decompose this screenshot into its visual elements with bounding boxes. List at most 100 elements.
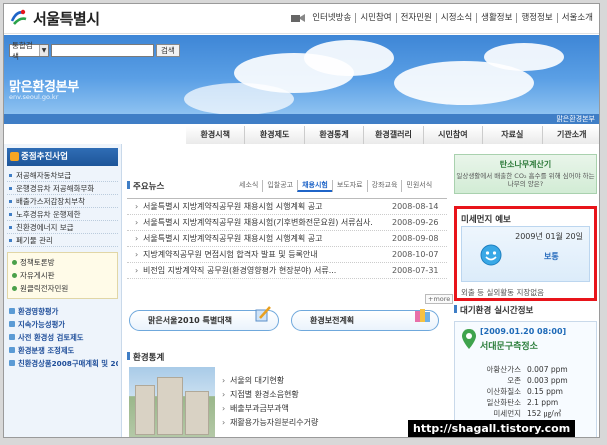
sidebar-menu: 저공해자동차보급 운행경유차 저공해화무화 배출가스저감장치부착 노후경유차 운… [7,169,118,247]
main-nav: 환경시책 환경제도 환경통계 환경갤러리 시민참여 자료실 기관소개 [186,126,599,144]
news-tab[interactable]: 민원서식 [401,180,436,192]
sidebar-item[interactable]: 배출가스저감장치부착 [7,195,118,208]
reading-value: 2.1 ppm [527,398,559,407]
system-link[interactable]: 사전 환경성 검토제도 [7,331,118,344]
sidebar-item[interactable]: 저공해자동차보급 [7,169,118,182]
news-item-title[interactable]: 비전임 지방계약직 공무원(환경영향평가 현장분야) 서류... [143,263,373,279]
news-item-date: 2008-09-08 [392,234,439,243]
search-scope-value: 통합검색 [12,40,33,61]
sidebar-item[interactable]: 운행경유차 저공해화무화 [7,182,118,195]
fine-dust-title: 미세먼지 예보 [461,215,511,225]
search-bar: 통합검색 ▼ 검색 [9,41,180,61]
news-item[interactable]: 서울특별시 지방계약직공무원 채용시험 시행계획 공고 2008-09-08 [127,231,447,247]
news-tab[interactable]: 보도자료 [331,180,367,192]
special-plan-button[interactable]: 맑은서울2010 특별대책 [129,306,279,331]
main-nav-tab[interactable]: 환경제도 [244,126,304,144]
stats-link[interactable]: 배출부과금부과액 [222,402,318,416]
top-nav: 인터넷방송 시민참여 전자민원 시정소식 생활정보 행정정보 서울소개 [291,13,597,23]
main-nav-tab[interactable]: 시민참여 [422,126,483,144]
reading-label: 이산화질소 [486,387,522,396]
more-button[interactable]: +more [425,294,454,304]
news-item-title[interactable]: 서울특별시 지방계약직공무원 채용시험(기후변화전문요원) 서류심사... [143,215,373,231]
main-nav-tab[interactable]: 환경갤러리 [363,126,423,144]
stats-thumbnail-image [129,367,215,437]
top-nav-item[interactable]: 생활정보 [477,13,518,23]
chevron-down-icon: ▼ [39,45,48,56]
reading-value: 0.15 ppm [527,387,563,396]
more-label: more [433,295,451,303]
news-item[interactable]: 서울특별시 지방계약직공무원 채용시험 시행계획 공고 2008-08-14 [127,199,447,215]
header-banner: 통합검색 ▼ 검색 맑은환경본부 env.seoul.go.kr [4,35,599,114]
system-link[interactable]: 환경영향평가 [7,305,118,318]
news-tab[interactable]: 입찰공고 [262,180,297,192]
building-shape [135,385,155,435]
sidebar-item[interactable]: 노후경유차 운행제한 [7,208,118,221]
news-item-date: 2008-10-07 [392,250,439,259]
sidebar-heading: 중점추진사업 [7,148,118,166]
folder-icon [10,152,19,161]
participation-link[interactable]: 원클릭전자민원 [8,282,117,295]
conservation-plan-label: 환경보전계획 [310,316,355,325]
air-timestamp: [2009.01.20 08:00] [480,327,567,336]
fine-dust-forecast-panel: 미세먼지 예보 2009년 01월 20일 보통 외출 등 실외활동 지장없음 [454,206,597,301]
search-scope-select[interactable]: 통합검색 ▼ [9,41,49,61]
main-nav-tab[interactable]: 자료실 [482,126,542,144]
system-link[interactable]: 환경분쟁 조정제도 [7,344,118,357]
main-nav-tab[interactable]: 환경통계 [303,126,364,144]
search-input[interactable] [51,44,154,57]
cloud-decoration [484,43,564,71]
reading-value: 152 ㎍/㎥ [527,409,562,418]
smiley-face-icon [480,244,502,266]
top-nav-item[interactable]: 인터넷방송 [308,13,357,23]
reading-value: 0.007 ppm [527,365,568,374]
news-item-title[interactable]: 서울특별시 지방계약직공무원 채용시험 시행계획 공고 [143,231,373,247]
news-title: 주요뉴스 [127,180,164,192]
top-nav-item[interactable]: 시민참여 [356,13,397,23]
sidebar-item[interactable]: 친환경에너지 보급 [7,221,118,234]
participation-box: 정책토론방 자유게시판 원클릭전자민원 [7,252,118,299]
top-nav-item[interactable]: 전자민원 [397,13,437,23]
air-reading-row: 일산화탄소 2.1 ppm [461,397,591,408]
carbon-title: 탄소나무계산기 [499,160,552,169]
news-tab[interactable]: 세소식 [235,180,262,192]
sidebar-item[interactable]: 폐기물 관리 [7,234,118,247]
breadcrumb[interactable]: 맑은환경본부 [556,114,595,124]
news-item[interactable]: 비전임 지방계약직 공무원(환경영향평가 현장분야) 서류... 2008-07… [127,263,447,279]
stats-link[interactable]: 지점별 환경소음현황 [222,388,318,402]
top-nav-item[interactable]: 시정소식 [437,13,478,23]
system-link[interactable]: 친환경상품2008구매계획 및 2007구매실적 [7,357,118,370]
carbon-tree-calculator-banner[interactable]: 탄소나무계산기 일상생활에서 배출한 CO₂ 흡수를 위해 심어야 하는 나무의… [454,154,597,194]
news-item[interactable]: 서울특별시 지방계약직공무원 채용시험(기후변화전문요원) 서류심사... 20… [127,215,447,231]
top-nav-item[interactable]: 행정정보 [517,13,558,23]
participation-link[interactable]: 정책토론방 [8,256,117,269]
conservation-plan-button[interactable]: 환경보전계획 [291,309,439,331]
news-tab-active[interactable]: 채용시험 [297,180,332,192]
seoul-logo-icon [9,8,29,28]
map-pin-icon [462,329,476,349]
carbon-subtitle: 일상생활에서 배출한 CO₂ 흡수를 위해 심어야 하는 나무의 양은? [456,172,595,188]
air-reading-row: 오존 0.003 ppm [461,375,591,386]
air-readings: 아황산가스 0.007 ppm 오존 0.003 ppm 이산화질소 0.15 ppm… [461,364,591,419]
main-nav-tab[interactable]: 기관소개 [541,126,599,144]
news-item-title[interactable]: 서울특별시 지방계약직공무원 채용시험 시행계획 공고 [143,199,373,215]
fine-dust-card: 2009년 01월 20일 보통 [461,226,590,282]
news-tab[interactable]: 강좌교육 [366,180,402,192]
search-button[interactable]: 검색 [156,44,180,57]
news-item-title[interactable]: 지방계약직공무원 면접시험 합격자 발표 및 등록안내 [143,247,373,263]
news-item-date: 2008-08-14 [392,202,439,211]
news-item[interactable]: 지방계약직공무원 면접시험 합격자 발표 및 등록안내 2008-10-07 [127,247,447,263]
browser-page: 서울특별시 인터넷방송 시민참여 전자민원 시정소식 생활정보 행정정보 서울소… [3,3,600,438]
watermark-credit: http://shagall.tistory.com [408,420,576,437]
main-nav-tab[interactable]: 환경시책 [186,126,245,144]
air-title: 대기환경 실시간정보 [454,304,597,316]
system-link[interactable]: 지속가능성평가 [7,318,118,331]
special-plan-label: 맑은서울2010 특별대책 [148,316,232,325]
top-nav-item[interactable]: 서울소개 [558,13,597,23]
participation-link[interactable]: 자유게시판 [8,269,117,282]
stats-link[interactable]: 서울의 대기현황 [222,374,318,388]
stats-link[interactable]: 재활용가능자원분리수거량 [222,416,318,430]
air-reading-row: 아황산가스 0.007 ppm [461,364,591,375]
seoul-logo[interactable]: 서울특별시 [8,7,100,29]
system-links: 환경영향평가 지속가능성평가 사전 환경성 검토제도 환경분쟁 조정제도 친환경… [7,305,118,370]
breadcrumb-bar: 맑은환경본부 [4,114,599,124]
